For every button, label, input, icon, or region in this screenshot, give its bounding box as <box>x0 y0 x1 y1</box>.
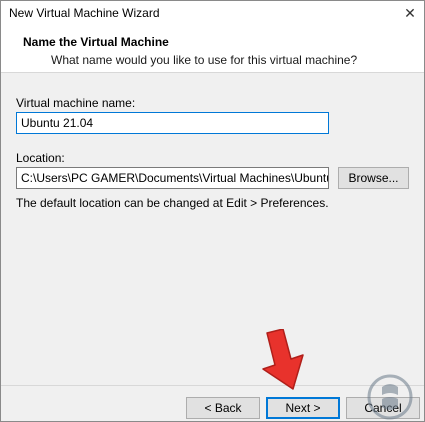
close-icon: ✕ <box>404 4 416 21</box>
browse-button[interactable]: Browse... <box>338 167 409 189</box>
close-button[interactable]: ✕ <box>399 3 421 23</box>
location-hint: The default location can be changed at E… <box>16 196 329 210</box>
title-bar: New Virtual Machine Wizard ✕ <box>1 1 424 26</box>
window-title: New Virtual Machine Wizard <box>9 6 160 20</box>
location-input[interactable]: C:\Users\PC GAMER\Documents\Virtual Mach… <box>16 167 329 189</box>
back-button[interactable]: < Back <box>186 397 260 419</box>
vm-name-label: Virtual machine name: <box>16 96 136 110</box>
page-title: Name the Virtual Machine <box>23 35 169 49</box>
vm-name-input[interactable]: Ubuntu 21.04 <box>16 112 329 134</box>
watermark-logo <box>367 374 413 420</box>
wizard-header: Name the Virtual Machine What name would… <box>1 26 424 73</box>
wizard-window: New Virtual Machine Wizard ✕ Name the Vi… <box>0 0 425 422</box>
location-label: Location: <box>16 151 65 165</box>
page-subtitle: What name would you like to use for this… <box>51 53 358 67</box>
footer-separator <box>1 385 424 386</box>
next-button[interactable]: Next > <box>266 397 340 419</box>
red-arrow-icon <box>262 329 304 390</box>
